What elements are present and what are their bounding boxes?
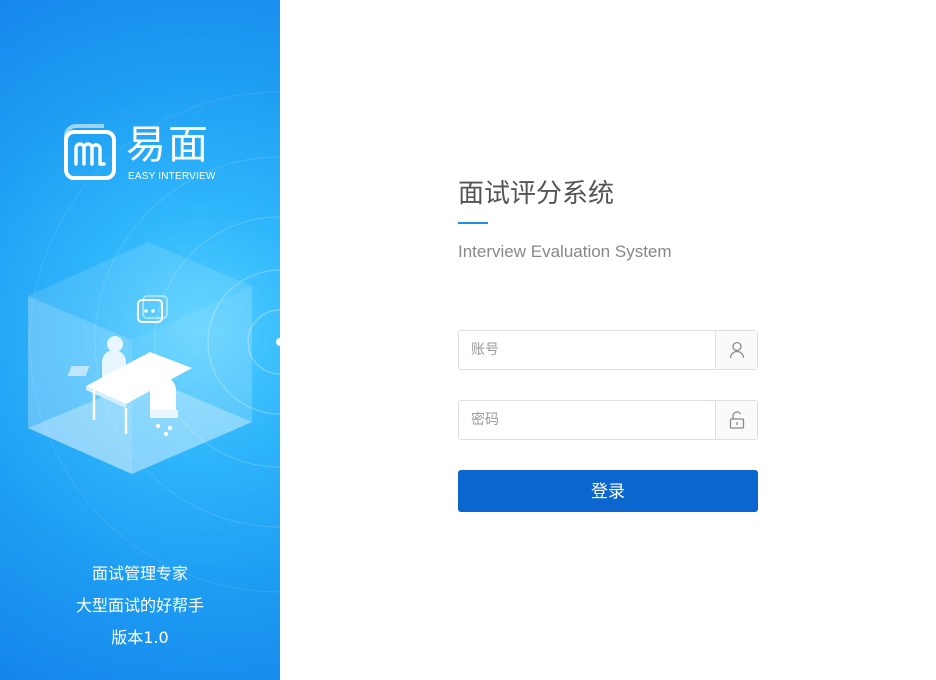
login-button[interactable]: 登录 <box>458 470 758 512</box>
version-label: 版本1.0 <box>111 628 169 647</box>
logo-mark-icon <box>64 124 116 180</box>
login-page: 易面 EASY INTERVIEW 面试管理专家 大型面试的好帮手 版本1.0 … <box>0 0 936 680</box>
page-title: 面试评分系统 <box>458 179 615 209</box>
password-field <box>458 400 758 440</box>
title-underline <box>458 222 488 224</box>
tagline-helper: 大型面试的好帮手 <box>75 596 204 615</box>
page-subtitle: Interview Evaluation System <box>458 242 672 261</box>
brand-subtitle: EASY INTERVIEW <box>128 171 216 182</box>
brand-name: 易面 <box>126 122 210 168</box>
password-input[interactable] <box>459 401 715 439</box>
account-field <box>458 330 758 370</box>
brand-logo: 易面 EASY INTERVIEW <box>60 120 230 186</box>
interview-room-illustration <box>28 242 252 474</box>
account-input[interactable] <box>459 331 715 369</box>
tagline-expert: 面试管理专家 <box>91 564 188 583</box>
brand-panel: 易面 EASY INTERVIEW 面试管理专家 大型面试的好帮手 版本1.0 <box>0 0 280 680</box>
lock-icon <box>715 401 757 439</box>
user-icon <box>715 331 757 369</box>
